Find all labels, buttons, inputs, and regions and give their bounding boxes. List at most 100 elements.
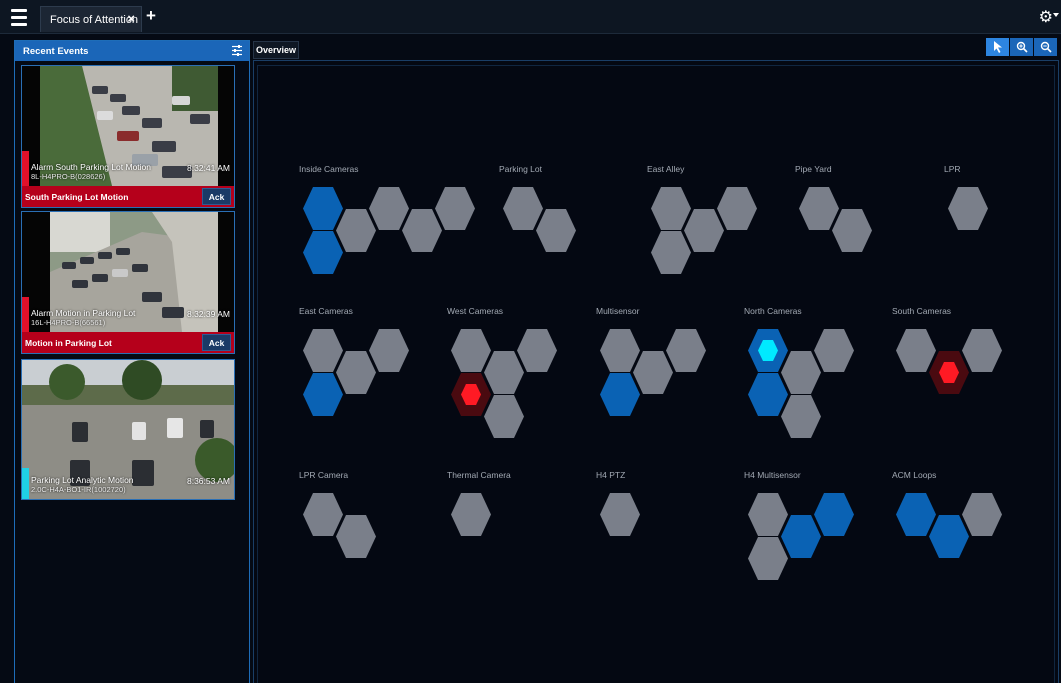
group-label-south-cameras: South Cameras (892, 306, 952, 316)
overview-panel: Inside Cameras Parking Lot East Alley Pi… (253, 60, 1059, 683)
view-toolbar (986, 38, 1057, 56)
recent-events-header: Recent Events (15, 41, 249, 61)
camera-hex[interactable] (651, 231, 691, 274)
event-card[interactable]: Alarm Motion in Parking Lot 16L-H4PRO-B(… (21, 211, 235, 354)
camera-hex[interactable] (781, 515, 821, 558)
overview-canvas: Inside Cameras Parking Lot East Alley Pi… (257, 65, 1055, 683)
camera-hex[interactable] (781, 351, 821, 394)
event-footer: South Parking Lot Motion Ack (22, 186, 234, 207)
camera-hex[interactable] (962, 329, 1002, 372)
camera-hex[interactable] (369, 329, 409, 372)
camera-hex[interactable] (303, 329, 343, 372)
tab-focus-of-attention[interactable]: Focus of Attention × (40, 6, 142, 32)
camera-hex[interactable] (336, 209, 376, 252)
camera-hex[interactable] (303, 493, 343, 536)
camera-hex[interactable] (303, 231, 343, 274)
camera-hex[interactable] (929, 515, 969, 558)
camera-hex[interactable] (600, 329, 640, 372)
camera-hex[interactable] (814, 329, 854, 372)
camera-hex[interactable] (369, 187, 409, 230)
camera-hex[interactable] (896, 493, 936, 536)
tab-title: Focus of Attention (50, 13, 139, 26)
camera-hex[interactable] (600, 493, 640, 536)
group-label-thermal-camera: Thermal Camera (447, 470, 511, 480)
camera-thumbnail[interactable]: Alarm South Parking Lot Motion 8L-H4PRO-… (22, 66, 234, 186)
group-label-multisensor: Multisensor (596, 306, 640, 316)
camera-hex[interactable] (484, 351, 524, 394)
event-card[interactable]: Parking Lot Analytic Motion 2.0C-H4A-BO1… (21, 359, 235, 500)
camera-hex[interactable] (832, 209, 872, 252)
hamburger-menu-icon[interactable] (6, 5, 32, 29)
alarm-indicator (22, 151, 29, 186)
group-label-lpr: LPR (944, 164, 961, 174)
event-rule-name: South Parking Lot Motion (25, 191, 129, 202)
camera-hex[interactable] (748, 373, 788, 416)
event-title: Parking Lot Analytic Motion (31, 475, 134, 485)
group-label-inside-cameras: Inside Cameras (299, 164, 359, 174)
recent-events-title: Recent Events (23, 45, 89, 57)
group-label-h4-ptz: H4 PTZ (596, 470, 626, 480)
event-info: Alarm Motion in Parking Lot 16L-H4PRO-B(… (31, 308, 135, 328)
camera-hex[interactable] (451, 493, 491, 536)
event-info: Parking Lot Analytic Motion 2.0C-H4A-BO1… (31, 475, 134, 495)
event-footer: Motion in Parking Lot Ack (22, 332, 234, 353)
alarm-camera-hex[interactable] (929, 351, 969, 394)
camera-thumbnail[interactable]: Alarm Motion in Parking Lot 16L-H4PRO-B(… (22, 212, 234, 332)
camera-hex[interactable] (536, 209, 576, 252)
event-camera: 16L-H4PRO-B(66561) (31, 318, 106, 327)
camera-hex[interactable] (717, 187, 757, 230)
zoom-in-button[interactable] (1010, 38, 1033, 56)
camera-hex[interactable] (484, 395, 524, 438)
camera-hex[interactable] (451, 329, 491, 372)
camera-hex[interactable] (402, 209, 442, 252)
camera-hex[interactable] (435, 187, 475, 230)
close-tab-icon[interactable]: × (127, 11, 135, 26)
camera-hex[interactable] (962, 493, 1002, 536)
zoom-in-icon (1016, 41, 1028, 53)
camera-hex[interactable] (517, 329, 557, 372)
settings-caret-icon[interactable] (1053, 13, 1059, 17)
group-label-north-cameras: North Cameras (744, 306, 802, 316)
event-camera: 2.0C-H4A-BO1-IR(1002720) (31, 485, 126, 494)
cursor-icon (993, 41, 1002, 53)
camera-hex[interactable] (600, 373, 640, 416)
camera-hex[interactable] (948, 187, 988, 230)
event-time: 8:32:41 AM (186, 163, 230, 173)
active-camera-hex[interactable] (748, 329, 788, 372)
camera-hex[interactable] (781, 395, 821, 438)
event-card[interactable]: Alarm South Parking Lot Motion 8L-H4PRO-… (21, 65, 235, 208)
motion-indicator (22, 468, 29, 499)
tab-overview[interactable]: Overview (253, 41, 299, 59)
camera-hex[interactable] (684, 209, 724, 252)
event-camera: 8L-H4PRO-B(028626) (31, 172, 106, 181)
pointer-tool-button[interactable] (986, 38, 1009, 56)
camera-hex[interactable] (748, 537, 788, 580)
camera-hex[interactable] (666, 329, 706, 372)
camera-hex[interactable] (814, 493, 854, 536)
group-label-pipe-yard: Pipe Yard (795, 164, 832, 174)
filter-settings-icon[interactable] (231, 44, 243, 57)
camera-hex[interactable] (633, 351, 673, 394)
camera-hex[interactable] (651, 187, 691, 230)
event-info: Alarm South Parking Lot Motion 8L-H4PRO-… (31, 162, 151, 182)
ack-button[interactable]: Ack (202, 188, 231, 205)
ack-button[interactable]: Ack (202, 334, 231, 351)
recent-events-panel: Recent Events Alarm South Parking Lot Mo… (14, 40, 250, 683)
zoom-out-button[interactable] (1034, 38, 1057, 56)
settings-gear-icon[interactable]: ⚙ (1039, 7, 1053, 27)
group-label-parking-lot: Parking Lot (499, 164, 542, 174)
camera-hex[interactable] (799, 187, 839, 230)
camera-hex[interactable] (336, 351, 376, 394)
alarm-camera-hex[interactable] (451, 373, 491, 416)
event-title: Alarm South Parking Lot Motion (31, 162, 152, 172)
camera-hex[interactable] (503, 187, 543, 230)
event-title: Alarm Motion in Parking Lot (31, 308, 136, 318)
camera-hex[interactable] (303, 373, 343, 416)
camera-hex[interactable] (336, 515, 376, 558)
camera-hex[interactable] (748, 493, 788, 536)
group-label-east-alley: East Alley (647, 164, 685, 174)
camera-thumbnail[interactable]: Parking Lot Analytic Motion 2.0C-H4A-BO1… (22, 360, 234, 499)
camera-hex[interactable] (896, 329, 936, 372)
add-tab-icon[interactable]: + (146, 6, 156, 26)
camera-hex[interactable] (303, 187, 343, 230)
